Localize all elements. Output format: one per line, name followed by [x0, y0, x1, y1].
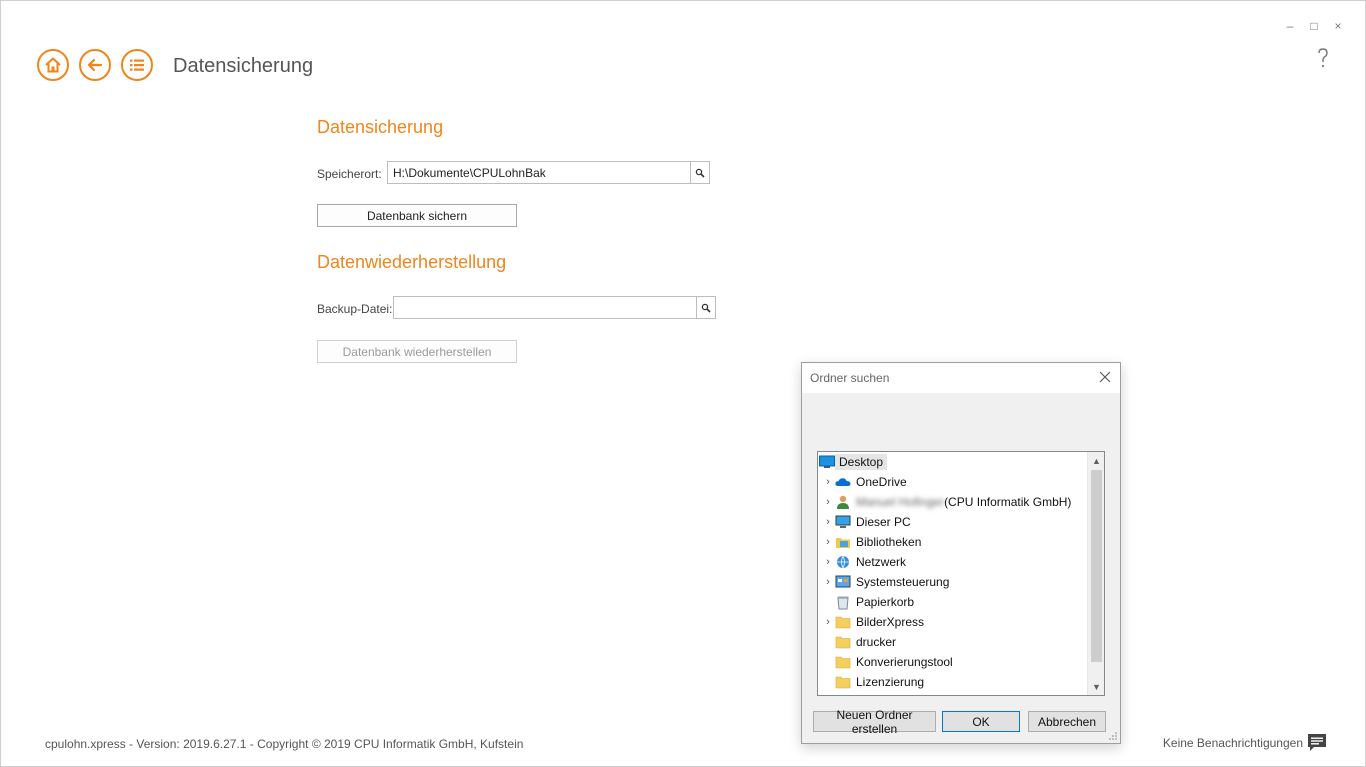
- folder-icon: [835, 614, 851, 630]
- tree-item-suffix: (CPU Informatik GmbH): [944, 495, 1072, 509]
- tree-item-label: Bibliotheken: [856, 535, 922, 549]
- backup-file-browse-button[interactable]: [696, 296, 716, 319]
- user-icon: [835, 494, 851, 510]
- chevron-right-icon[interactable]: ›: [821, 576, 835, 588]
- tree-item-label: Systemsteuerung: [856, 575, 950, 589]
- folder-browse-dialog: Ordner suchen Desktop › OneDrive › Manuel Ho…: [801, 362, 1121, 744]
- tree-item-label: BilderXpress: [856, 615, 925, 629]
- backup-file-label: Backup-Datei:: [317, 302, 393, 316]
- location-value: H:\Dokumente\CPULohnBak: [393, 165, 546, 180]
- tree-scrollbar[interactable]: ▲ ▼: [1087, 452, 1104, 695]
- tree-item-label: Netzwerk: [856, 555, 907, 569]
- save-database-button[interactable]: Datenbank sichern: [317, 204, 517, 227]
- tree-item-label: Manuel Hofinger: [856, 495, 945, 509]
- navigation-bar: [37, 49, 153, 81]
- chat-bubble-icon[interactable]: [1307, 733, 1327, 753]
- tree-item[interactable]: Lizenzierung: [818, 672, 1088, 692]
- home-button[interactable]: [37, 49, 69, 81]
- chevron-right-icon[interactable]: ›: [821, 496, 835, 508]
- maximize-button[interactable]: □: [1309, 19, 1319, 33]
- chevron-right-icon[interactable]: ›: [821, 616, 835, 628]
- minimize-button[interactable]: –: [1285, 19, 1295, 33]
- scroll-up-icon[interactable]: ▲: [1088, 452, 1104, 469]
- tree-item[interactable]: Papierkorb: [818, 592, 1088, 612]
- home-icon: [45, 57, 61, 73]
- cancel-button[interactable]: Abbrechen: [1028, 711, 1106, 732]
- tree-item-label: Lizenzierung: [856, 675, 925, 689]
- menu-button[interactable]: [121, 49, 153, 81]
- scroll-thumb[interactable]: [1091, 470, 1102, 662]
- tree-item-label: Dieser PC: [856, 515, 911, 529]
- tree-item[interactable]: drucker: [818, 632, 1088, 652]
- tree-item[interactable]: Desktop: [818, 452, 1088, 472]
- desktop-icon: [819, 454, 835, 470]
- tree-item[interactable]: › Netzwerk: [818, 552, 1088, 572]
- new-folder-button[interactable]: Neuen Ordner erstellen: [813, 708, 936, 736]
- ok-button[interactable]: OK: [942, 711, 1020, 732]
- folder-icon: [835, 674, 851, 690]
- search-icon: [695, 168, 705, 178]
- tree-item-label: OneDrive: [856, 475, 907, 489]
- tree-item[interactable]: Konverierungstool: [818, 652, 1088, 672]
- chevron-right-icon[interactable]: ›: [821, 516, 835, 528]
- chevron-right-icon[interactable]: ›: [821, 556, 835, 568]
- window-controls: – □ ×: [1285, 19, 1343, 33]
- close-icon[interactable]: [1098, 370, 1112, 384]
- resize-grip-icon[interactable]: [1108, 731, 1118, 741]
- control-panel-icon: [835, 574, 851, 590]
- tree-item-label: Papierkorb: [856, 595, 915, 609]
- cloud-icon: [835, 474, 851, 490]
- network-icon: [835, 554, 851, 570]
- chevron-right-icon[interactable]: ›: [821, 476, 835, 488]
- folder-tree-list: Desktop › OneDrive › Manuel Hofinger (CPU Inf…: [818, 452, 1088, 692]
- location-label: Speicherort:: [317, 167, 382, 181]
- tree-item-label: Konverierungstool: [856, 655, 953, 669]
- version-info: cpulohn.xpress - Version: 2019.6.27.1 - …: [45, 737, 524, 751]
- chevron-right-icon[interactable]: ›: [821, 536, 835, 548]
- tree-item[interactable]: › BilderXpress: [818, 612, 1088, 632]
- scroll-down-icon[interactable]: ▼: [1088, 678, 1104, 695]
- backup-heading: Datensicherung: [317, 117, 444, 137]
- library-icon: [835, 534, 851, 550]
- dialog-title: Ordner suchen: [810, 371, 890, 385]
- app-window: – □ × Datensicherung Datensicherung Spei…: [0, 0, 1366, 767]
- tree-item[interactable]: › Systemsteuerung: [818, 572, 1088, 592]
- tree-item[interactable]: › Dieser PC: [818, 512, 1088, 532]
- tree-item-label: Desktop: [835, 454, 888, 470]
- location-input[interactable]: H:\Dokumente\CPULohnBak: [387, 161, 710, 184]
- tree-item[interactable]: › OneDrive: [818, 472, 1088, 492]
- page-title: Datensicherung: [173, 55, 314, 77]
- restore-heading: Datenwiederherstellung: [317, 252, 507, 272]
- search-icon: [701, 303, 711, 313]
- dialog-titlebar: Ordner suchen: [802, 363, 1120, 393]
- restore-database-button[interactable]: Datenbank wiederherstellen: [317, 340, 517, 363]
- help-icon[interactable]: [1315, 47, 1331, 69]
- folder-icon: [835, 634, 851, 650]
- folder-tree[interactable]: Desktop › OneDrive › Manuel Hofinger (CPU Inf…: [817, 451, 1105, 696]
- back-button[interactable]: [79, 49, 111, 81]
- list-icon: [130, 59, 144, 71]
- notifications-status: Keine Benachrichtigungen: [1162, 736, 1303, 750]
- tree-item[interactable]: › Manuel Hofinger (CPU Informatik GmbH): [818, 492, 1088, 512]
- tree-item-label: drucker: [856, 635, 897, 649]
- location-browse-button[interactable]: [690, 161, 710, 184]
- tree-item[interactable]: › Bibliotheken: [818, 532, 1088, 552]
- close-button[interactable]: ×: [1333, 19, 1343, 33]
- folder-icon: [835, 654, 851, 670]
- backup-file-input[interactable]: [393, 296, 716, 319]
- computer-icon: [835, 514, 851, 530]
- recycle-bin-icon: [835, 594, 851, 610]
- back-arrow-icon: [87, 58, 103, 72]
